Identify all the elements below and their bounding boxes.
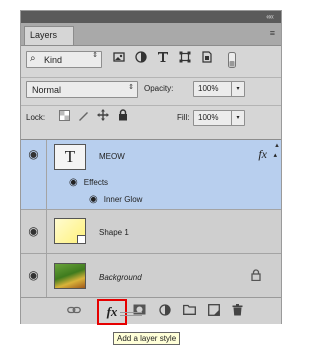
effects-eye-icon[interactable]: ◉ — [69, 177, 78, 188]
type-filter-icon[interactable] — [157, 51, 169, 67]
lock-label: Lock: — [26, 113, 46, 122]
visibility-eye-icon[interactable]: ◉ — [21, 254, 47, 298]
fill-dropdown-icon[interactable]: ▾ — [231, 111, 244, 125]
inner-glow-eye-icon[interactable]: ◉ — [89, 194, 98, 205]
lock-row: Lock: Fill: 100% ▾ — [21, 105, 281, 132]
panel-tab-bar: Layers ≡ — [21, 23, 281, 46]
opacity-field[interactable]: 100% ▾ — [193, 81, 245, 97]
panel-menu-icon[interactable]: ≡ — [270, 29, 275, 38]
new-adjustment-layer-icon[interactable] — [159, 304, 171, 319]
layers-panel: «« Layers ≡ ⌕ Kind ⇕ Normal ⇕ Opacity: 1… — [20, 10, 282, 325]
background-lock-icon — [251, 269, 261, 284]
collapse-panel-icon[interactable]: «« — [266, 11, 274, 23]
fill-value: 100% — [198, 113, 219, 122]
filter-kind-value: Kind — [44, 55, 63, 65]
visibility-eye-icon[interactable]: ◉ — [21, 210, 47, 253]
scroll-up-icon[interactable]: ▲ — [273, 143, 281, 149]
layer-row-meow[interactable]: ◉ T MEOW fx ▴ ◉ Effects ◉ Inner Glow ▲ — [21, 140, 281, 210]
inner-glow-label: Inner Glow — [103, 195, 143, 204]
layer-name-background[interactable]: Background — [99, 273, 142, 282]
layer-name-shape-1[interactable]: Shape 1 — [99, 228, 129, 237]
eye-glyph: ◉ — [28, 147, 39, 161]
background-layer-thumbnail — [54, 263, 86, 289]
expand-effects-arrow-icon[interactable]: ▴ — [273, 151, 277, 159]
layer-name-meow[interactable]: MEOW — [99, 152, 125, 161]
type-layer-thumbnail: T — [54, 144, 86, 170]
tooltip: Add a layer style — [113, 332, 181, 345]
layers-list: ◉ T MEOW fx ▴ ◉ Effects ◉ Inner Glow ▲ ◉ S… — [21, 139, 281, 298]
opacity-value: 100% — [198, 84, 219, 93]
adjustment-filter-icon[interactable] — [135, 51, 147, 67]
visibility-eye-icon[interactable]: ◉ — [21, 140, 47, 209]
blend-mode-select[interactable]: Normal ⇕ — [26, 81, 138, 98]
image-filter-icon[interactable] — [113, 51, 125, 67]
panel-top-strip: «« — [21, 11, 281, 23]
panel-resize-grip[interactable] — [120, 312, 142, 316]
fill-label: Fill: — [177, 113, 190, 122]
new-layer-icon[interactable] — [208, 304, 220, 319]
select-arrows-icon: ⇕ — [128, 84, 134, 91]
filter-kind-select[interactable]: ⌕ Kind ⇕ — [26, 51, 102, 68]
layer-effects-fx-icon[interactable]: fx — [258, 147, 267, 162]
delete-layer-trash-icon[interactable] — [232, 304, 243, 319]
lock-position-icon[interactable] — [97, 109, 109, 124]
lock-all-icon[interactable] — [118, 109, 128, 124]
fx-icon: fx — [106, 304, 118, 319]
blend-mode-value: Normal — [32, 85, 62, 95]
vector-mask-badge-icon — [77, 235, 86, 244]
filter-toggle-icon[interactable] — [228, 52, 236, 72]
lock-image-pixels-icon[interactable] — [78, 110, 89, 124]
opacity-label: Opacity: — [144, 84, 174, 93]
new-group-folder-icon[interactable] — [183, 304, 196, 318]
select-arrows-icon: ⇕ — [92, 52, 98, 59]
opacity-dropdown-icon[interactable]: ▾ — [231, 82, 244, 96]
eye-glyph: ◉ — [28, 224, 39, 238]
filter-row: ⌕ Kind ⇕ — [21, 47, 281, 73]
fill-field[interactable]: 100% ▾ — [193, 110, 245, 126]
lock-transparent-pixels-icon[interactable] — [59, 110, 70, 124]
layers-footer-toolbar: fx — [21, 297, 281, 325]
inner-glow-row[interactable]: ◉ Inner Glow — [89, 194, 142, 205]
smart-object-filter-icon[interactable] — [201, 51, 213, 67]
shape-filter-icon[interactable] — [179, 51, 191, 67]
link-layers-icon[interactable] — [67, 304, 81, 318]
effects-label: Effects — [83, 178, 109, 187]
eye-glyph: ◉ — [28, 268, 39, 282]
shape-layer-thumbnail — [54, 218, 86, 244]
search-icon: ⌕ — [30, 53, 36, 64]
tab-layers[interactable]: Layers — [24, 26, 74, 45]
layer-row-background[interactable]: ◉ Background — [21, 254, 281, 298]
blend-row: Normal ⇕ Opacity: 100% ▾ — [21, 77, 281, 102]
layer-row-shape-1[interactable]: ◉ Shape 1 — [21, 210, 281, 254]
effects-row[interactable]: ◉ Effects — [69, 177, 108, 188]
